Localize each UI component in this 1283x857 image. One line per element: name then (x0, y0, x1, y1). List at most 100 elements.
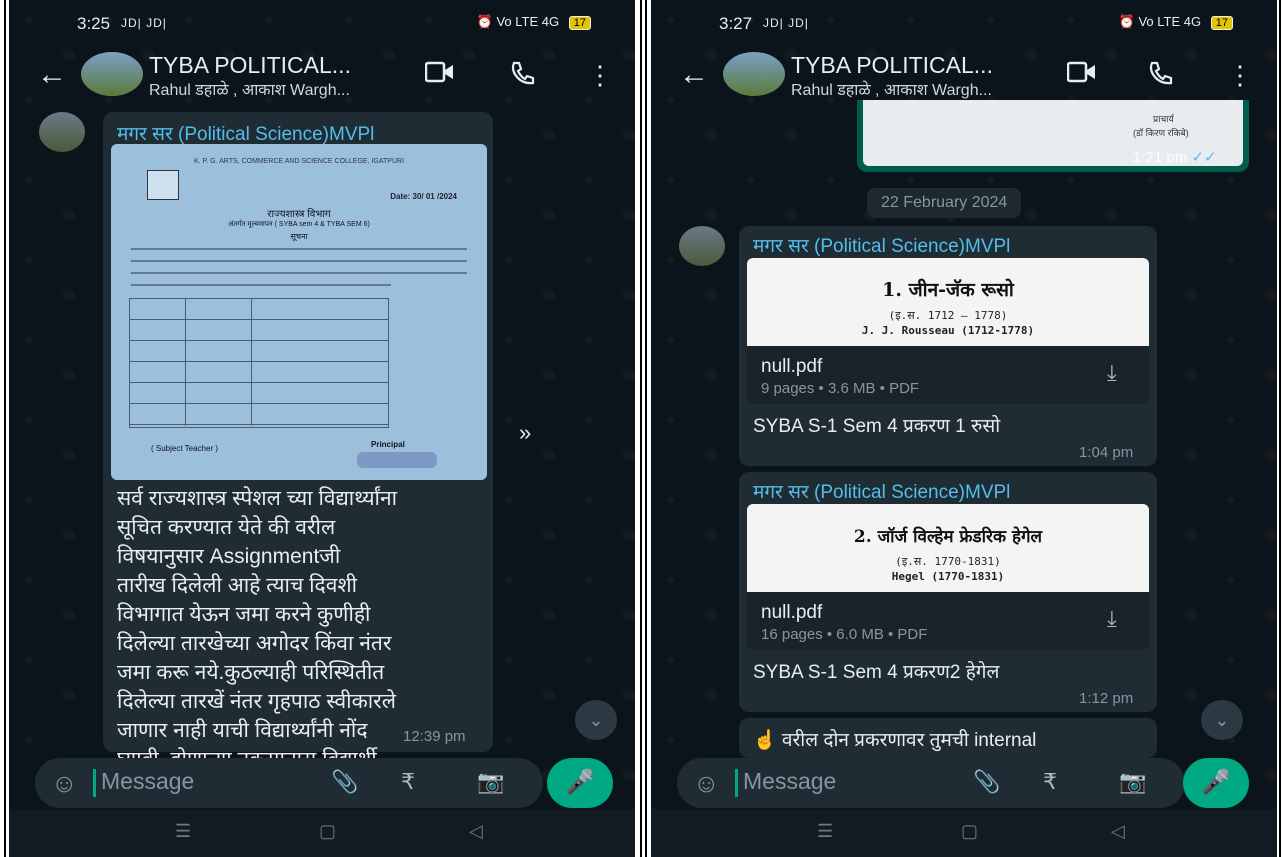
assignment-table (129, 298, 389, 428)
group-members[interactable]: Rahul डहाळे , आकाश Wargh... (791, 78, 992, 100)
status-bar: 3:25 JD| JD| ⏰ Vo LTE 4G 17 (9, 0, 635, 48)
frame-border-middle (640, 0, 642, 857)
notice-heading: राज्यशास्त्र विभाग (267, 209, 331, 220)
text-cursor (735, 769, 738, 797)
back-nav-icon[interactable]: ◁ (469, 821, 483, 842)
message-placeholder: Message (743, 768, 837, 794)
stamp (357, 452, 437, 468)
pdf-message-bubble[interactable]: मगर सर (Political Science)MVPl 2. जॉर्ज … (739, 472, 1157, 712)
read-tick-icon: ✓✓ (1191, 149, 1217, 166)
network-label: 4G (1183, 14, 1202, 29)
message-input[interactable]: ☺ Message 📎 ₹ 📷 (35, 758, 543, 808)
text-line (131, 272, 467, 274)
download-icon[interactable]: ⤓ (1107, 606, 1117, 632)
sender-avatar[interactable] (679, 226, 725, 266)
menu-nav-icon[interactable]: ☰ (817, 821, 833, 842)
status-time: 3:27 (719, 14, 753, 33)
attach-icon[interactable]: 📎 (331, 769, 358, 795)
video-call-icon[interactable] (424, 60, 455, 91)
status-bar: 3:27 JD| JD| ⏰ Vo LTE 4G 17 (651, 0, 1277, 48)
table-divider (185, 298, 186, 426)
file-meta: 16 pages • 6.0 MB • PDF (761, 626, 928, 643)
message-bubble[interactable]: मगर सर (Political Science)MVPl K. P. G. … (103, 112, 493, 800)
menu-nav-icon[interactable]: ☰ (175, 821, 191, 842)
notice-image[interactable]: K. P. G. ARTS, COMMERCE AND SCIENCE COLL… (111, 144, 487, 480)
message-input[interactable]: ☺ Message 📎 ₹ 📷 (677, 758, 1185, 808)
pdf-preview[interactable]: 1. जीन-जॅक रूसो (इ.स. 1712 – 1778) J. J.… (747, 258, 1149, 346)
home-nav-icon[interactable]: ▢ (961, 821, 978, 842)
sent-image-bubble[interactable]: प्राचार्य (डॉ किरण रकिबे) 1:21 pm ✓✓ (857, 100, 1249, 172)
message-time: 1:21 pm ✓✓ (1133, 149, 1217, 166)
carrier-label: JD| JD| (121, 16, 167, 30)
volte-label: Vo LTE (496, 14, 539, 29)
camera-icon[interactable]: 📷 (477, 769, 504, 795)
back-arrow-icon[interactable]: ← (37, 58, 67, 92)
attach-icon[interactable]: 📎 (973, 769, 1000, 795)
file-name: null.pdf (761, 356, 823, 377)
text-line (131, 284, 391, 286)
sender-avatar[interactable] (39, 112, 85, 152)
voice-call-icon[interactable] (509, 60, 535, 93)
preview-subtitle: (इ.स. 1712 – 1778) (888, 309, 1008, 322)
notice-subheading: अंतर्गत मूल्यमापन ( SYBA sem 4 & TYBA SE… (228, 221, 370, 228)
sender-name[interactable]: मगर सर (Political Science)MVPl (117, 120, 374, 146)
back-nav-icon[interactable]: ◁ (1111, 821, 1125, 842)
stamp-text: प्राचार्य (1153, 114, 1174, 124)
scroll-down-icon[interactable]: ⌄ (1201, 700, 1243, 740)
frame-border-middle-2 (645, 0, 647, 857)
pdf-preview[interactable]: 2. जॉर्ज विल्हेम फ्रेडरिक हेगेल (इ.स. 17… (747, 504, 1149, 592)
voice-call-icon[interactable] (1147, 60, 1173, 93)
status-right: ⏰ Vo LTE 4G 17 (1119, 14, 1233, 30)
android-nav-bar: ☰ ▢ ◁ (651, 809, 1277, 857)
mic-icon[interactable]: 🎤 (1183, 758, 1249, 808)
group-title[interactable]: TYBA POLITICAL... (791, 52, 993, 79)
file-info[interactable]: null.pdf 16 pages • 6.0 MB • PDF ⤓ (747, 592, 1149, 650)
battery-icon: 17 (1210, 16, 1233, 30)
back-arrow-icon[interactable]: ← (679, 58, 709, 92)
frame-border-left (4, 0, 6, 857)
carrier-label: JD| JD| (763, 16, 809, 30)
preview-subtitle: (इ.स. 1770-1831) (895, 555, 1001, 568)
file-info[interactable]: null.pdf 9 pages • 3.6 MB • PDF ⤓ (747, 346, 1149, 404)
battery-icon: 17 (568, 16, 591, 30)
file-name: null.pdf (761, 602, 823, 623)
scroll-down-icon[interactable]: ⌄ (575, 700, 617, 740)
partial-message-bubble[interactable]: ☝️ वरील दोन प्रकरणावर तुमची internal (739, 718, 1157, 758)
chat-screenshot-left: 3:25 JD| JD| ⏰ Vo LTE 4G 17 ← TYBA POLIT… (9, 0, 635, 857)
sender-name[interactable]: मगर सर (Political Science)MVPl (753, 232, 1010, 258)
text-line (131, 248, 467, 250)
group-title[interactable]: TYBA POLITICAL... (149, 52, 351, 79)
network-label: 4G (541, 14, 560, 29)
pdf-message-bubble[interactable]: मगर सर (Political Science)MVPl 1. जीन-जॅ… (739, 226, 1157, 466)
emoji-icon[interactable]: ☺ (51, 768, 78, 799)
chat-header: ← TYBA POLITICAL... Rahul डहाळे , आकाश W… (651, 48, 1277, 104)
frame-border-right (1279, 0, 1281, 857)
group-avatar[interactable] (723, 52, 785, 96)
group-members[interactable]: Rahul डहाळे , आकाश Wargh... (149, 78, 350, 100)
sender-name[interactable]: मगर सर (Political Science)MVPl (753, 478, 1010, 504)
payment-icon[interactable]: ₹ (1043, 769, 1057, 795)
notice-date: Date: 30/ 01 /2024 (390, 192, 457, 201)
preview-subtitle-en: J. J. Rousseau (1712-1778) (861, 324, 1035, 337)
mic-icon[interactable]: 🎤 (547, 758, 613, 808)
more-options-icon[interactable]: ⋮ (587, 60, 613, 91)
more-options-icon[interactable]: ⋮ (1227, 60, 1253, 91)
home-nav-icon[interactable]: ▢ (319, 821, 336, 842)
payment-icon[interactable]: ₹ (401, 769, 415, 795)
chat-screenshot-right: 3:27 JD| JD| ⏰ Vo LTE 4G 17 ← TYBA POLIT… (651, 0, 1277, 857)
video-call-icon[interactable] (1066, 60, 1097, 91)
emoji-icon[interactable]: ☺ (693, 768, 720, 799)
camera-icon[interactable]: 📷 (1119, 769, 1146, 795)
message-text: सर्व राज्यशास्त्र स्पेशल च्या विद्यार्थ्… (117, 487, 398, 800)
forward-icon[interactable]: » (519, 420, 531, 446)
android-nav-bar: ☰ ▢ ◁ (9, 809, 635, 857)
status-right: ⏰ Vo LTE 4G 17 (477, 14, 591, 30)
preview-subtitle-en: Hegel (1770-1831) (891, 570, 1005, 583)
college-logo (147, 170, 179, 200)
group-avatar[interactable] (81, 52, 143, 96)
volte-label: Vo LTE (1138, 14, 1181, 29)
message-placeholder: Message (101, 768, 195, 794)
table-divider (251, 298, 252, 426)
download-icon[interactable]: ⤓ (1107, 360, 1117, 386)
status-time: 3:25 (77, 14, 111, 33)
